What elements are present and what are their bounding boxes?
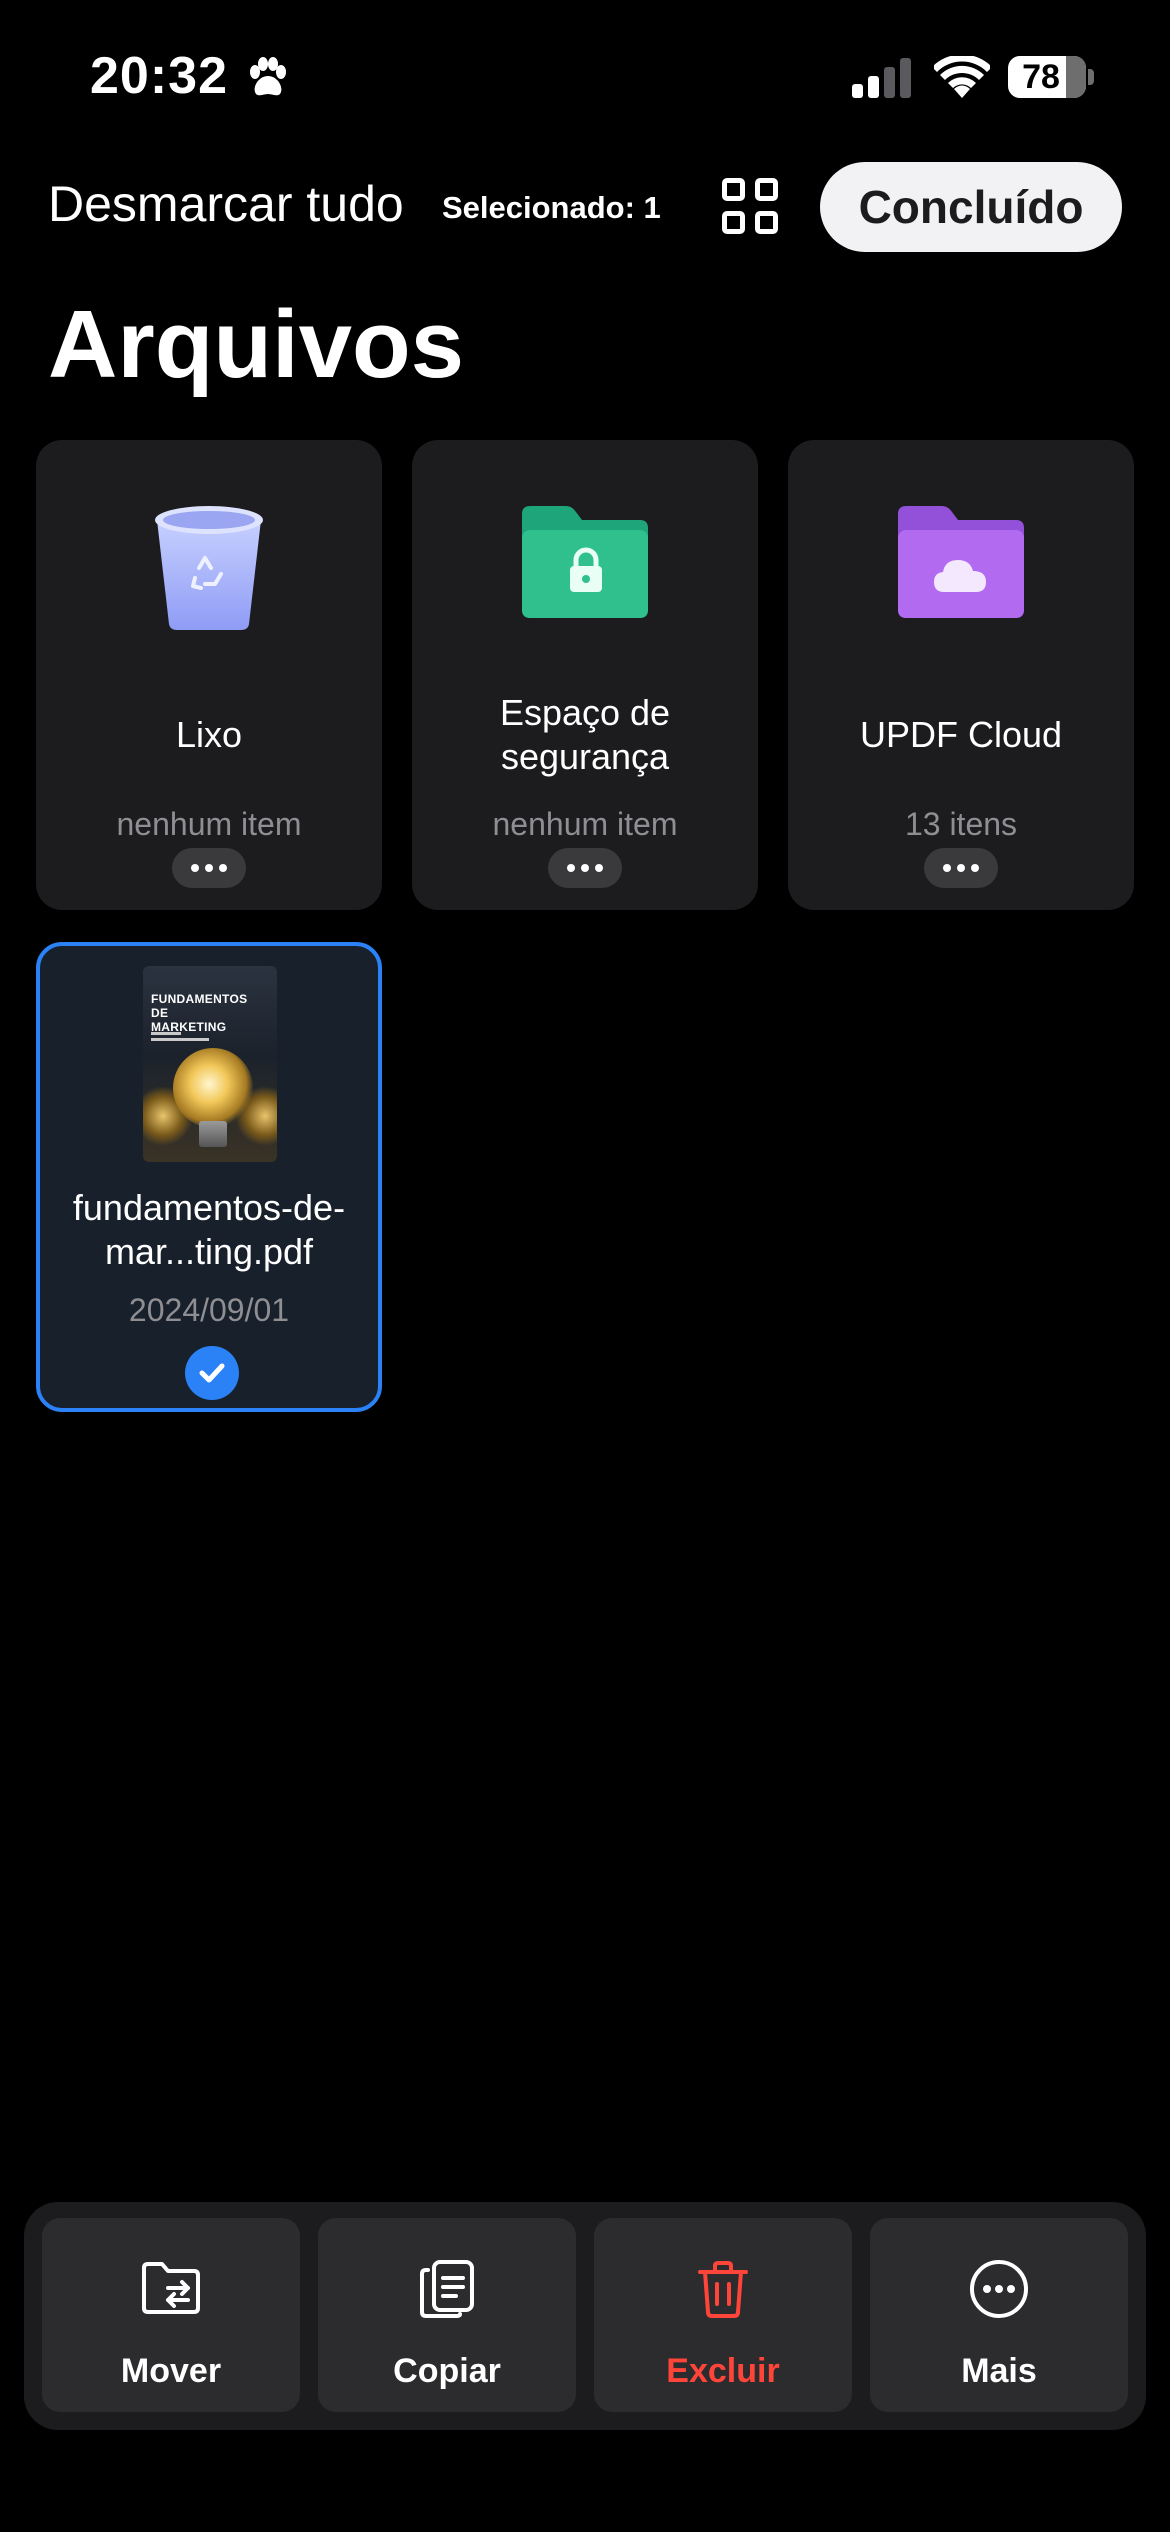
action-label: Mais	[961, 2352, 1037, 2390]
file-card-selected[interactable]: FUNDAMENTOS DE MARKETING fundamentos-de-…	[36, 942, 382, 1412]
folder-count: 13 itens	[904, 806, 1018, 842]
deselect-all-button[interactable]: Desmarcar tudo	[48, 175, 404, 233]
pdf-thumbnail: FUNDAMENTOS DE MARKETING	[143, 966, 277, 1162]
folder-count: nenhum item	[492, 806, 678, 842]
thumbnail-title: FUNDAMENTOS DE MARKETING	[151, 992, 248, 1034]
more-button[interactable]: Mais	[870, 2218, 1128, 2412]
file-date: 2024/09/01	[128, 1292, 290, 1328]
folder-card-secure-space[interactable]: Espaço de segurança nenhum item	[412, 440, 758, 910]
status-time: 20:32	[90, 47, 228, 105]
trash-icon	[698, 2261, 748, 2318]
action-label: Copiar	[393, 2352, 501, 2390]
page-title: Arquivos	[48, 291, 465, 398]
copy-button[interactable]: Copiar	[318, 2218, 576, 2412]
folder-count: nenhum item	[116, 806, 302, 842]
folder-card-updf-cloud[interactable]: UPDF Cloud 13 itens	[788, 440, 1134, 910]
selected-count: Selecionado: 1	[442, 190, 661, 225]
files-screen: 20:32 78 Desmarcar tudo Selecionado: 1 C…	[0, 0, 1170, 2532]
paw-icon	[245, 56, 289, 105]
folder-name: UPDF Cloud	[859, 714, 1063, 755]
battery-icon: 78	[1008, 56, 1086, 98]
grid-view-icon[interactable]	[722, 178, 778, 234]
folder-name: Espaço de segurança	[499, 692, 671, 777]
folder-card-trash[interactable]: Lixo nenhum item	[36, 440, 382, 910]
move-button[interactable]: Mover	[42, 2218, 300, 2412]
action-label: Mover	[120, 2352, 222, 2390]
battery-nub	[1088, 69, 1094, 85]
checkmark-icon[interactable]	[185, 1346, 239, 1400]
more-circle-icon	[970, 2260, 1028, 2318]
done-button[interactable]: Concluído	[820, 162, 1122, 252]
more-options-button[interactable]	[548, 848, 622, 888]
more-options-button[interactable]	[924, 848, 998, 888]
bottom-action-bar: Mover Copiar Excluir Mais	[24, 2202, 1146, 2430]
action-label: Excluir	[666, 2352, 780, 2390]
more-options-button[interactable]	[172, 848, 246, 888]
trash-bin-icon	[155, 506, 263, 630]
secure-folder-icon	[522, 506, 648, 618]
signal-icon	[852, 58, 914, 103]
folder-name: Lixo	[175, 714, 243, 755]
copy-icon	[420, 2260, 474, 2318]
move-folder-icon	[142, 2262, 200, 2314]
battery-level: 78	[1022, 58, 1060, 96]
wifi-icon	[932, 54, 992, 103]
file-name: fundamentos-de-mar...ting.pdf	[72, 1187, 346, 1272]
status-bar: 20:32 78	[0, 0, 1170, 150]
delete-button[interactable]: Excluir	[594, 2218, 852, 2412]
cloud-folder-icon	[898, 506, 1024, 618]
